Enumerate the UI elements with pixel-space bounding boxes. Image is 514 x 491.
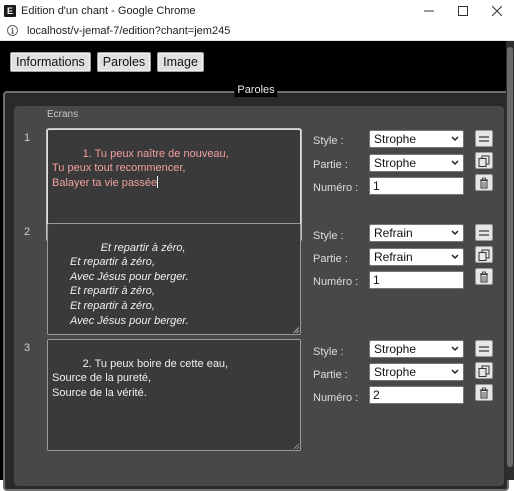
minimize-button[interactable] [412,0,446,21]
text-cursor [157,175,159,188]
numero-input[interactable]: 1 [369,177,464,195]
style-label: Style : [313,346,344,358]
style-select[interactable]: Strophe [369,130,464,148]
url-field[interactable]: localhost/v-jemaf-7/edition?chant=jem245 [27,25,230,37]
ecran-text[interactable]: Et repartir à zéro, Et repartir à zéro, … [47,223,301,335]
ecran-text-content: Et repartir à zéro, Et repartir à zéro, … [70,241,189,327]
ecran-text-content: 2. Tu peux boire de cette eau, Source de… [52,357,229,399]
copy-button[interactable] [475,246,493,263]
ecran-number: 1 [24,132,31,144]
ecran-text[interactable]: 2. Tu peux boire de cette eau, Source de… [47,339,301,451]
tab-image[interactable]: Image [157,52,204,72]
partie-label: Partie : [313,253,348,265]
numero-label: Numéro : [313,392,359,404]
scrollbar-thumb[interactable] [507,47,513,467]
style-value: Strophe [374,132,417,146]
style-select[interactable]: Refrain [369,224,464,242]
drag-handle-button[interactable] [475,130,493,147]
partie-select[interactable]: Strophe [369,154,464,172]
ecran-number: 2 [24,226,31,238]
close-icon [492,5,502,16]
style-select[interactable]: Strophe [369,340,464,358]
tab-paroles[interactable]: Paroles [96,52,152,72]
address-bar: i localhost/v-jemaf-7/edition?chant=jem2… [0,21,514,41]
copy-icon [478,365,490,377]
chevron-down-icon [451,230,459,236]
delete-button[interactable] [475,268,493,285]
chevron-down-icon [451,160,459,166]
tab-informations[interactable]: Informations [10,52,91,72]
drag-handle-icon [479,135,489,142]
partie-select[interactable]: Refrain [369,248,464,266]
partie-value: Refrain [374,250,413,264]
style-label: Style : [313,230,344,242]
paroles-fieldset: Paroles Ecrans 1 1. Tu peux naître de no… [3,83,509,491]
maximize-button[interactable] [446,0,480,21]
chevron-down-icon [451,346,459,352]
partie-value: Strophe [374,156,417,170]
partie-label: Partie : [313,369,348,381]
window-titlebar: E Edition d'un chant - Google Chrome [0,0,514,21]
style-value: Refrain [374,226,413,240]
copy-button[interactable] [475,362,493,379]
numero-label: Numéro : [313,182,359,194]
minimize-icon [424,10,434,11]
drag-handle-icon [479,229,489,236]
copy-button[interactable] [475,152,493,169]
window-title: Edition d'un chant - Google Chrome [21,4,196,17]
delete-button[interactable] [475,174,493,191]
ecran-number: 3 [24,342,31,354]
resize-handle[interactable] [293,443,299,449]
partie-select[interactable]: Strophe [369,363,464,381]
drag-handle-button[interactable] [475,224,493,241]
partie-label: Partie : [313,159,348,171]
style-value: Strophe [374,342,417,356]
chevron-down-icon [451,136,459,142]
chevron-down-icon [451,369,459,375]
fieldset-legend: Paroles [234,83,278,97]
window-controls [412,0,514,21]
numero-label: Numéro : [313,276,359,288]
ecran-text-content: 1. Tu peux naître de nouveau, Tu peux to… [52,147,229,189]
trash-icon [480,271,488,282]
maximize-icon [458,5,468,16]
ecrans-panel: Ecrans 1 1. Tu peux naître de nouveau, T… [14,106,504,486]
tab-bar: Informations Paroles Image [10,52,204,72]
resize-handle[interactable] [293,327,299,333]
info-icon[interactable]: i [7,25,18,36]
trash-icon [480,177,488,188]
ecrans-label: Ecrans [47,109,79,120]
numero-input[interactable]: 1 [369,271,464,289]
partie-value: Strophe [374,365,417,379]
close-button[interactable] [480,0,514,21]
page-scrollbar[interactable] [506,41,514,480]
drag-handle-button[interactable] [475,340,493,357]
app-icon: E [4,4,16,17]
copy-icon [478,155,490,167]
style-label: Style : [313,135,344,147]
numero-input[interactable]: 2 [369,386,464,404]
drag-handle-icon [479,345,489,352]
delete-button[interactable] [475,384,493,401]
chevron-down-icon [451,254,459,260]
trash-icon [480,387,488,398]
copy-icon [478,249,490,261]
page-content: Informations Paroles Image Paroles Ecran… [0,41,514,491]
